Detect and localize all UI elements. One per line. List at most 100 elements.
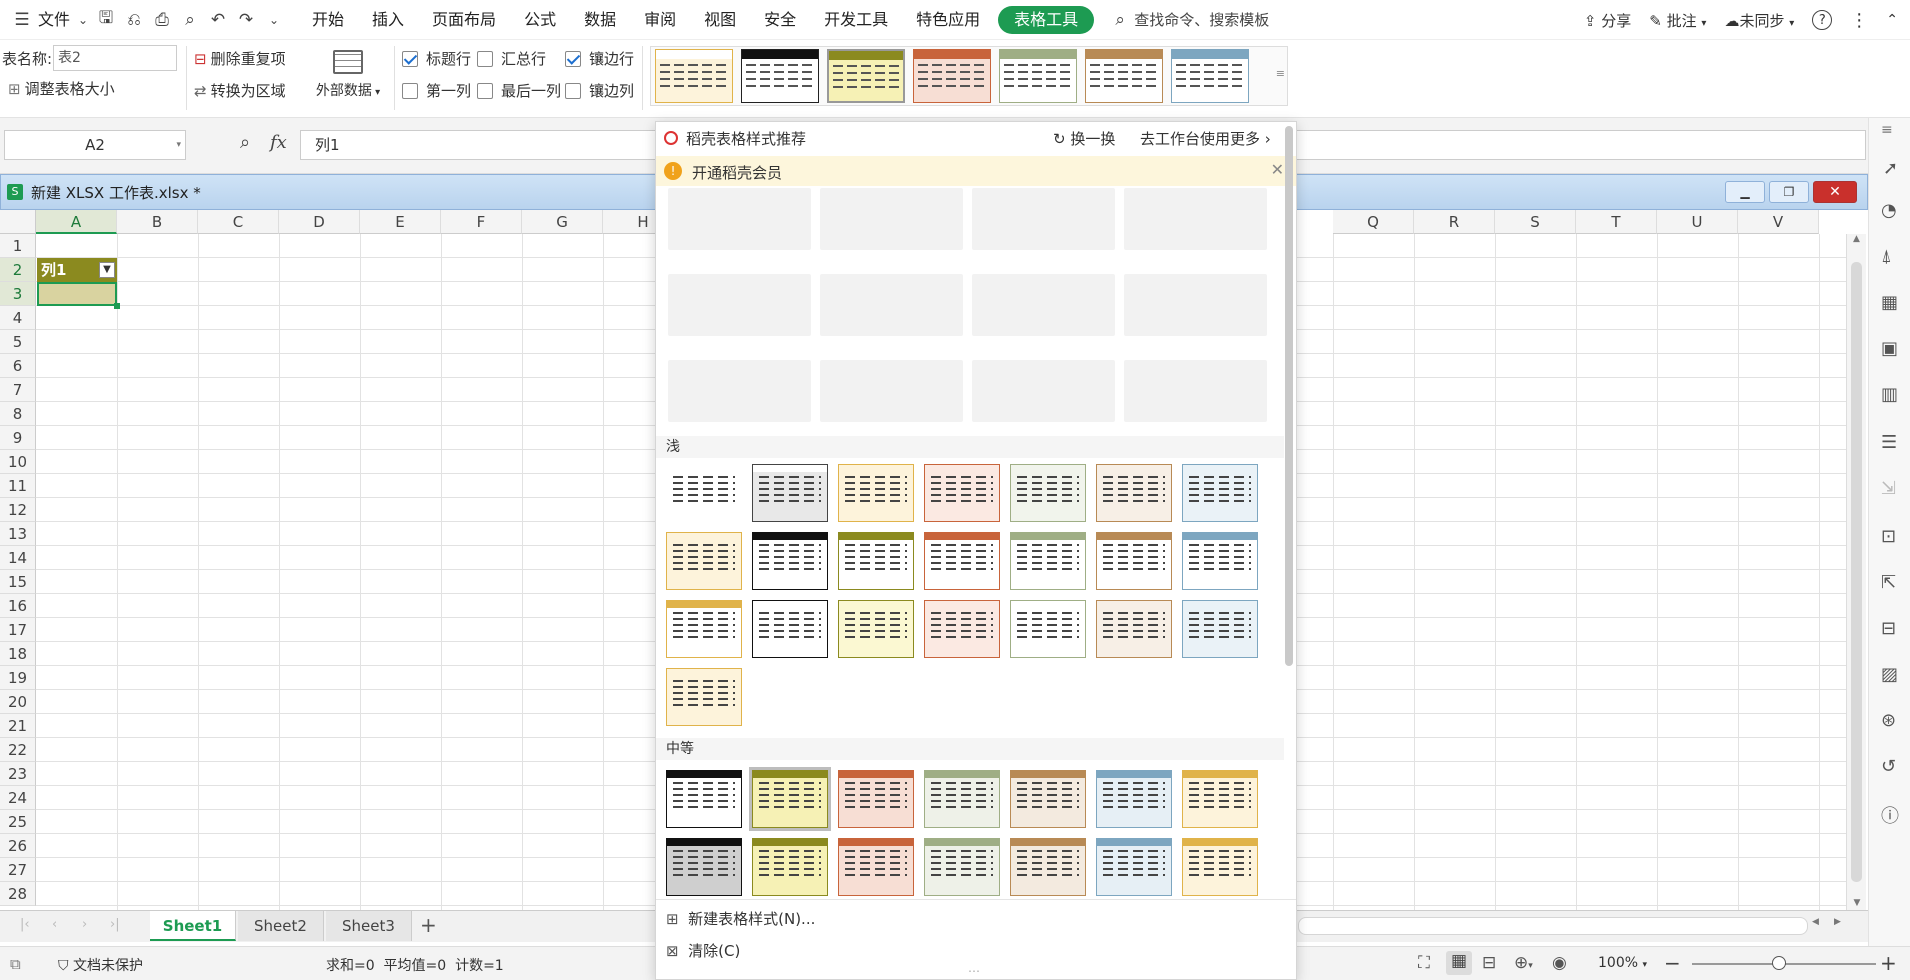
row-header[interactable]: 2 xyxy=(0,258,36,282)
gallery-style-tan[interactable] xyxy=(1085,49,1163,103)
row-header[interactable]: 16 xyxy=(0,594,36,618)
total-row-checkbox[interactable]: 汇总行 xyxy=(477,48,546,69)
row-header[interactable]: 28 xyxy=(0,882,36,906)
tab-review[interactable]: 审阅 xyxy=(630,0,690,40)
sync-button[interactable]: ☁未同步 ▾ xyxy=(1724,10,1794,31)
name-box[interactable]: A2 ▾ xyxy=(4,130,186,160)
scroll-right-icon[interactable]: ▶ xyxy=(1834,917,1841,927)
row-header[interactable]: 12 xyxy=(0,498,36,522)
last-sheet-nav-icon[interactable]: ›| xyxy=(110,917,120,932)
tab-developer[interactable]: 开发工具 xyxy=(810,0,902,40)
banded-columns-checkbox[interactable]: 镶边列 xyxy=(565,80,634,101)
sidebar-collapse-icon[interactable]: ≡ xyxy=(1881,122,1893,138)
row-header[interactable]: 1 xyxy=(0,234,36,258)
checkbox-banded-rows[interactable] xyxy=(565,50,581,67)
select-all-corner[interactable] xyxy=(0,210,36,234)
table-style-option[interactable] xyxy=(924,838,1000,896)
row-header[interactable]: 7 xyxy=(0,378,36,402)
scroll-up-icon[interactable]: ▲ xyxy=(1847,234,1866,244)
recommended-style-placeholder[interactable] xyxy=(820,360,963,422)
row-header[interactable]: 5 xyxy=(0,330,36,354)
table-style-option[interactable] xyxy=(838,838,914,896)
table-style-option[interactable] xyxy=(752,532,828,590)
export-icon[interactable]: ⇱ xyxy=(1881,572,1896,593)
status-document-icon[interactable]: ⧉ xyxy=(10,955,21,973)
table-style-option[interactable] xyxy=(1182,838,1258,896)
table-style-option[interactable] xyxy=(838,770,914,828)
hamburger-menu-icon[interactable]: ☰ xyxy=(10,0,34,40)
help-circle-icon[interactable]: ⓘ xyxy=(1881,802,1899,828)
zoom-slider[interactable] xyxy=(1692,956,1876,970)
col-header-e[interactable]: E xyxy=(360,210,441,234)
row-header[interactable]: 22 xyxy=(0,738,36,762)
table-style-option[interactable] xyxy=(838,600,914,658)
col-header-r[interactable]: R xyxy=(1414,210,1495,234)
table-style-option[interactable] xyxy=(1182,600,1258,658)
table-style-option[interactable] xyxy=(666,464,742,522)
horizontal-scrollbar[interactable] xyxy=(1298,917,1808,935)
recommended-style-placeholder[interactable] xyxy=(820,274,963,336)
fill-handle[interactable] xyxy=(114,303,120,309)
col-header-t[interactable]: T xyxy=(1576,210,1657,234)
col-header-q[interactable]: Q xyxy=(1333,210,1414,234)
table-style-option[interactable] xyxy=(924,600,1000,658)
row-header[interactable]: 24 xyxy=(0,786,36,810)
tab-page-layout[interactable]: 页面布局 xyxy=(418,0,510,40)
scroll-left-icon[interactable]: ◀ xyxy=(1812,917,1819,927)
col-header-u[interactable]: U xyxy=(1657,210,1738,234)
tab-formulas[interactable]: 公式 xyxy=(510,0,570,40)
row-header[interactable]: 23 xyxy=(0,762,36,786)
table-style-option[interactable] xyxy=(666,532,742,590)
sliders-icon[interactable]: ☰ xyxy=(1881,432,1897,453)
normal-view-icon[interactable]: ▦ xyxy=(1446,951,1472,975)
tab-security[interactable]: 安全 xyxy=(750,0,810,40)
vip-banner[interactable]: ! 开通稻壳会员 ✕ xyxy=(656,156,1296,186)
sheet-tab-2[interactable]: Sheet2 xyxy=(238,911,324,941)
table-style-option[interactable] xyxy=(924,532,1000,590)
table-style-option[interactable] xyxy=(1182,532,1258,590)
col-header-d[interactable]: D xyxy=(279,210,360,234)
table-style-option[interactable] xyxy=(749,767,831,831)
zoom-slider-thumb[interactable] xyxy=(1772,956,1786,970)
row-header[interactable]: 8 xyxy=(0,402,36,426)
search-icon[interactable]: ⌕ xyxy=(1106,0,1134,40)
next-sheet-nav-icon[interactable]: › xyxy=(82,917,87,932)
row-header[interactable]: 25 xyxy=(0,810,36,834)
table-style-option[interactable] xyxy=(1010,770,1086,828)
redo-icon[interactable]: ↷ xyxy=(232,0,260,40)
fx-icon[interactable]: fx xyxy=(270,132,287,153)
help-icon[interactable]: ? xyxy=(1812,10,1833,30)
undo-icon[interactable]: ↶ xyxy=(204,0,232,40)
row-header[interactable]: 4 xyxy=(0,306,36,330)
table-style-option[interactable] xyxy=(666,838,742,896)
clear-style-item[interactable]: ⊠ 清除(C) xyxy=(666,940,740,961)
zoom-in-button[interactable]: + xyxy=(1880,951,1897,975)
chart-icon[interactable]: ▥ xyxy=(1881,384,1898,405)
comment-button[interactable]: ✎ 批注 ▾ xyxy=(1649,10,1706,31)
scroll-down-icon[interactable]: ▼ xyxy=(1847,898,1867,908)
restore-button[interactable]: ❐ xyxy=(1769,181,1809,203)
resize-grip-icon[interactable]: ⋯ xyxy=(968,964,980,978)
print-preview-icon[interactable]: ⌕ xyxy=(176,0,204,40)
select-cursor-icon[interactable]: ➚ xyxy=(1883,158,1898,179)
table-style-option[interactable] xyxy=(838,464,914,522)
print-icon[interactable]: ⎙ xyxy=(148,0,176,40)
go-workbench-link[interactable]: 去工作台使用更多 › xyxy=(1140,128,1271,149)
table-style-option[interactable] xyxy=(1096,464,1172,522)
image-search-icon[interactable]: ⊡ xyxy=(1881,526,1896,547)
table-style-option[interactable] xyxy=(1182,464,1258,522)
recommended-style-placeholder[interactable] xyxy=(820,188,963,250)
table-style-option[interactable] xyxy=(838,532,914,590)
recommended-style-placeholder[interactable] xyxy=(972,274,1115,336)
row-header[interactable]: 21 xyxy=(0,714,36,738)
format-painter-icon[interactable]: ⎌ xyxy=(120,0,148,40)
row-header[interactable]: 19 xyxy=(0,666,36,690)
row-header[interactable]: 15 xyxy=(0,570,36,594)
table-style-option[interactable] xyxy=(1182,770,1258,828)
checkbox-last-column[interactable] xyxy=(477,82,493,99)
recommended-style-placeholder[interactable] xyxy=(972,360,1115,422)
panel-scrollbar[interactable] xyxy=(1285,126,1293,666)
search-command-input[interactable]: 查找命令、搜索模板 xyxy=(1134,9,1269,30)
checkbox-banded-columns[interactable] xyxy=(565,82,581,99)
docer-icon[interactable]: ⊛ xyxy=(1881,710,1896,731)
